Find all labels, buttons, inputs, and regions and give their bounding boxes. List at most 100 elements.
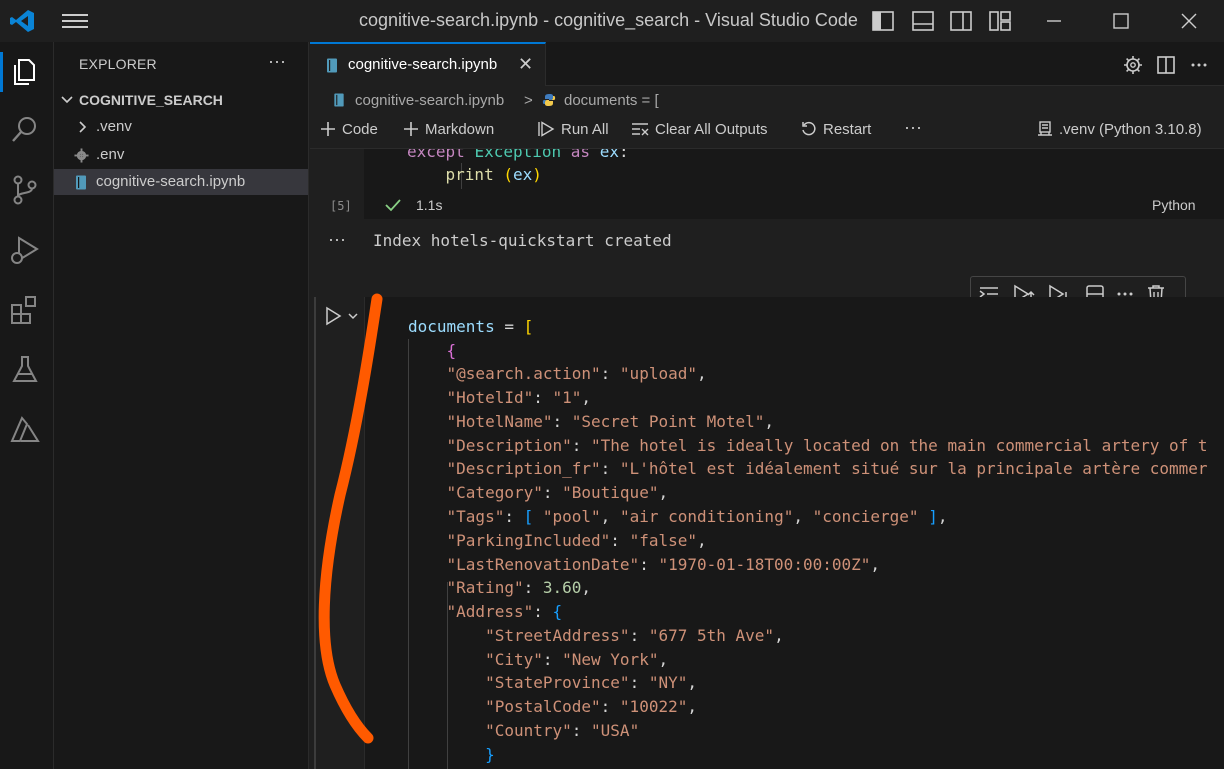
- notebook-editor: except Exception as ex: print (ex) [5] 1…: [310, 149, 1224, 769]
- code-line: except Exception as ex:: [407, 149, 629, 161]
- maximize-icon[interactable]: [1109, 9, 1133, 33]
- editor-tabs: cognitive-search.ipynb ✕: [310, 42, 1224, 86]
- cell-focus-indicator: [314, 297, 316, 769]
- vscode-logo-icon[interactable]: [8, 7, 36, 35]
- explorer-more-actions[interactable]: ···: [268, 51, 286, 72]
- add-markdown-label: Markdown: [425, 121, 495, 138]
- run-options-chevron-icon[interactable]: [346, 309, 360, 323]
- hamburger-menu-icon[interactable]: [62, 10, 88, 32]
- split-editor-icon[interactable]: [1155, 54, 1177, 76]
- plus-icon: [404, 122, 418, 136]
- code-line: documents = [: [408, 317, 534, 336]
- tab-label: cognitive-search.ipynb: [348, 56, 498, 73]
- extensions-icon[interactable]: [7, 292, 43, 328]
- code-line: print (ex): [445, 165, 542, 184]
- cell-language[interactable]: Python: [1152, 197, 1196, 213]
- add-code-cell-button[interactable]: Code: [320, 121, 378, 138]
- restart-label: Restart: [823, 121, 872, 138]
- cell-status-bar: [5] 1.1s Python: [310, 193, 1224, 219]
- cell-output: ··· Index hotels-quickstart created: [310, 229, 1224, 257]
- code-line: "City": "New York",: [485, 650, 669, 669]
- restart-kernel-button[interactable]: Restart: [801, 121, 871, 138]
- kernel-picker[interactable]: .venv (Python 3.10.8): [1037, 121, 1202, 138]
- explorer-header: EXPLORER: [79, 56, 157, 72]
- code-cell-documents[interactable]: documents = [ { "@search.action": "uploa…: [364, 297, 1224, 769]
- more-actions-icon[interactable]: [1188, 54, 1210, 76]
- code-line: "StateProvince": "NY",: [485, 673, 697, 692]
- clear-all-icon: [632, 123, 649, 136]
- minimize-icon[interactable]: [1042, 9, 1066, 33]
- run-cell-icon[interactable]: [324, 306, 342, 326]
- folder-name: COGNITIVE_SEARCH: [79, 92, 223, 108]
- tree-item-label: .env: [96, 146, 125, 163]
- kernel-icon: [1038, 121, 1052, 136]
- tree-item-label: .venv: [96, 118, 132, 135]
- notebook-settings-gear-icon[interactable]: [1122, 54, 1144, 76]
- notebook-icon: [334, 93, 344, 107]
- run-all-label: Run All: [561, 121, 609, 138]
- gear-icon: [74, 148, 89, 163]
- python-icon: [542, 94, 556, 106]
- code-line: "HotelId": "1",: [446, 388, 592, 407]
- breadcrumb-symbol[interactable]: documents = [: [564, 92, 659, 109]
- tree-item-notebook[interactable]: cognitive-search.ipynb: [54, 169, 308, 195]
- code-line: {: [446, 341, 457, 360]
- explorer-sidebar: EXPLORER ··· COGNITIVE_SEARCH .venv .env…: [54, 42, 309, 769]
- notebook-icon: [327, 58, 337, 73]
- kernel-label: .venv (Python 3.10.8): [1059, 121, 1202, 138]
- execution-count: [5]: [330, 199, 352, 213]
- tree-item-env[interactable]: .env: [54, 142, 308, 168]
- restart-icon: [802, 121, 816, 136]
- testing-flask-icon[interactable]: [7, 352, 43, 388]
- clear-all-outputs-button[interactable]: Clear All Outputs: [631, 121, 768, 138]
- notebook-toolbar: Code Markdown Run All Clear All Outputs …: [310, 113, 1224, 149]
- code-line: "Rating": 3.60,: [446, 578, 592, 597]
- code-line: "Address": {: [446, 602, 563, 621]
- code-line: "PostalCode": "10022",: [485, 697, 697, 716]
- toggle-secondary-sidebar-icon[interactable]: [949, 9, 973, 33]
- code-line: "Category": "Boutique",: [446, 483, 669, 502]
- toolbar-more-button[interactable]: ···: [904, 117, 922, 138]
- code-line: "HotelName": "Secret Point Motel",: [446, 412, 775, 431]
- code-line: "Tags": [ "pool", "air conditioning", "c…: [446, 507, 948, 526]
- breadcrumb: cognitive-search.ipynb > documents = [: [310, 87, 1224, 113]
- code-line: "Country": "USA": [485, 721, 640, 740]
- code-line: }: [485, 745, 495, 764]
- run-all-icon: [538, 121, 555, 137]
- chevron-down-icon: [61, 96, 73, 104]
- code-line: "@search.action": "upload",: [446, 364, 707, 383]
- close-window-icon[interactable]: [1177, 9, 1201, 33]
- active-indicator: [0, 52, 3, 92]
- code-line: "LastRenovationDate": "1970-01-18T00:00:…: [446, 555, 881, 574]
- success-check-icon: [385, 199, 401, 212]
- plus-icon: [321, 122, 335, 136]
- add-markdown-cell-button[interactable]: Markdown: [403, 121, 494, 138]
- window-title: cognitive-search.ipynb - cognitive_searc…: [359, 10, 858, 30]
- output-actions-button[interactable]: ···: [328, 229, 346, 250]
- explorer-icon[interactable]: [7, 54, 43, 90]
- code-line: "Description": "The hotel is ideally loc…: [446, 436, 1208, 455]
- toggle-primary-sidebar-icon[interactable]: [871, 9, 895, 33]
- toggle-panel-icon[interactable]: [911, 9, 935, 33]
- tab-close-button[interactable]: ✕: [518, 54, 533, 75]
- activity-bar: [0, 42, 54, 769]
- tree-item-label: cognitive-search.ipynb: [96, 173, 246, 190]
- tab-cognitive-search-notebook[interactable]: cognitive-search.ipynb ✕: [310, 42, 546, 86]
- tree-item-venv[interactable]: .venv: [54, 114, 308, 140]
- azure-icon[interactable]: [7, 412, 43, 448]
- code-line: "StreetAddress": "677 5th Ave",: [485, 626, 784, 645]
- add-code-label: Code: [342, 121, 378, 138]
- code-line: "Description_fr": "L'hôtel est idéalemen…: [446, 459, 1208, 478]
- code-line: "ParkingIncluded": "false",: [446, 531, 707, 550]
- search-icon[interactable]: [7, 112, 43, 148]
- customize-layout-icon[interactable]: [988, 9, 1012, 33]
- run-all-button[interactable]: Run All: [537, 121, 609, 138]
- clear-all-outputs-label: Clear All Outputs: [655, 121, 768, 138]
- execution-duration: 1.1s: [416, 197, 443, 213]
- breadcrumb-file[interactable]: cognitive-search.ipynb: [355, 92, 504, 109]
- output-text: Index hotels-quickstart created: [373, 231, 672, 250]
- source-control-icon[interactable]: [7, 172, 43, 208]
- run-and-debug-icon[interactable]: [7, 232, 43, 268]
- breadcrumb-separator: >: [524, 92, 533, 109]
- folder-row[interactable]: COGNITIVE_SEARCH: [54, 87, 308, 113]
